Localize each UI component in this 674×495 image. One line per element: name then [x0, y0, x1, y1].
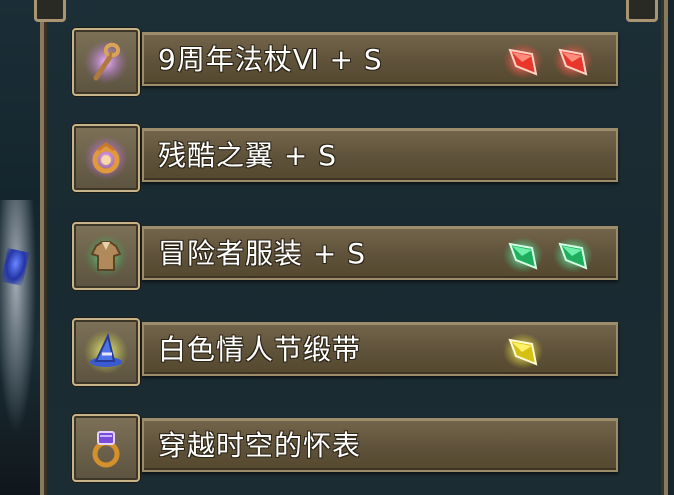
background-character — [0, 200, 40, 460]
item-name-bar: 穿越时空的怀表 — [142, 418, 618, 472]
equipment-slot[interactable]: 残酷之翼 + S — [72, 124, 622, 196]
enchant-gems — [502, 234, 594, 276]
item-name-bar: 白色情人节缎带 — [142, 322, 618, 376]
equipment-slot[interactable]: 9周年法杖Ⅵ + S — [72, 28, 622, 100]
item-name-bar: 残酷之翼 + S — [142, 128, 618, 182]
enchant-gems — [502, 330, 544, 372]
yellow-crystal-icon — [503, 333, 543, 369]
red-crystal-icon — [553, 43, 593, 79]
item-name-bar: 冒险者服装 + S — [142, 226, 618, 280]
jeweled-ring-icon — [92, 431, 120, 468]
wing-ring-icon — [84, 136, 128, 180]
green-crystal-icon — [553, 237, 593, 273]
witch-hat-icon — [84, 330, 128, 374]
item-icon-slot[interactable] — [72, 414, 140, 482]
item-name: 白色情人节缎带 — [158, 333, 362, 366]
enchant-gems — [502, 40, 594, 82]
red-crystal-icon — [503, 43, 543, 79]
item-name: 穿越时空的怀表 — [158, 429, 362, 462]
item-name: 冒险者服装 + S — [158, 237, 367, 270]
item-name-bar: 9周年法杖Ⅵ + S — [142, 32, 618, 86]
item-name: 残酷之翼 + S — [158, 139, 338, 172]
item-icon-slot[interactable] — [72, 318, 140, 386]
equipment-slot[interactable]: 冒险者服装 + S — [72, 222, 622, 294]
equipment-slot[interactable]: 穿越时空的怀表 — [72, 414, 622, 486]
item-icon-slot[interactable] — [72, 124, 140, 192]
armor-icon — [84, 234, 128, 278]
green-crystal-icon — [503, 237, 543, 273]
staff-icon — [84, 40, 128, 84]
item-icon-slot[interactable] — [72, 28, 140, 96]
equipment-slot[interactable]: 白色情人节缎带 — [72, 318, 622, 390]
frame-corner-ornament — [626, 0, 658, 22]
item-name: 9周年法杖Ⅵ + S — [158, 43, 383, 76]
equipment-list: 9周年法杖Ⅵ + S 残酷之翼 + S 冒险者服装 + S 白色情人节缎带 穿越… — [72, 0, 622, 495]
item-icon-slot[interactable] — [72, 222, 140, 290]
frame-corner-ornament — [34, 0, 66, 22]
